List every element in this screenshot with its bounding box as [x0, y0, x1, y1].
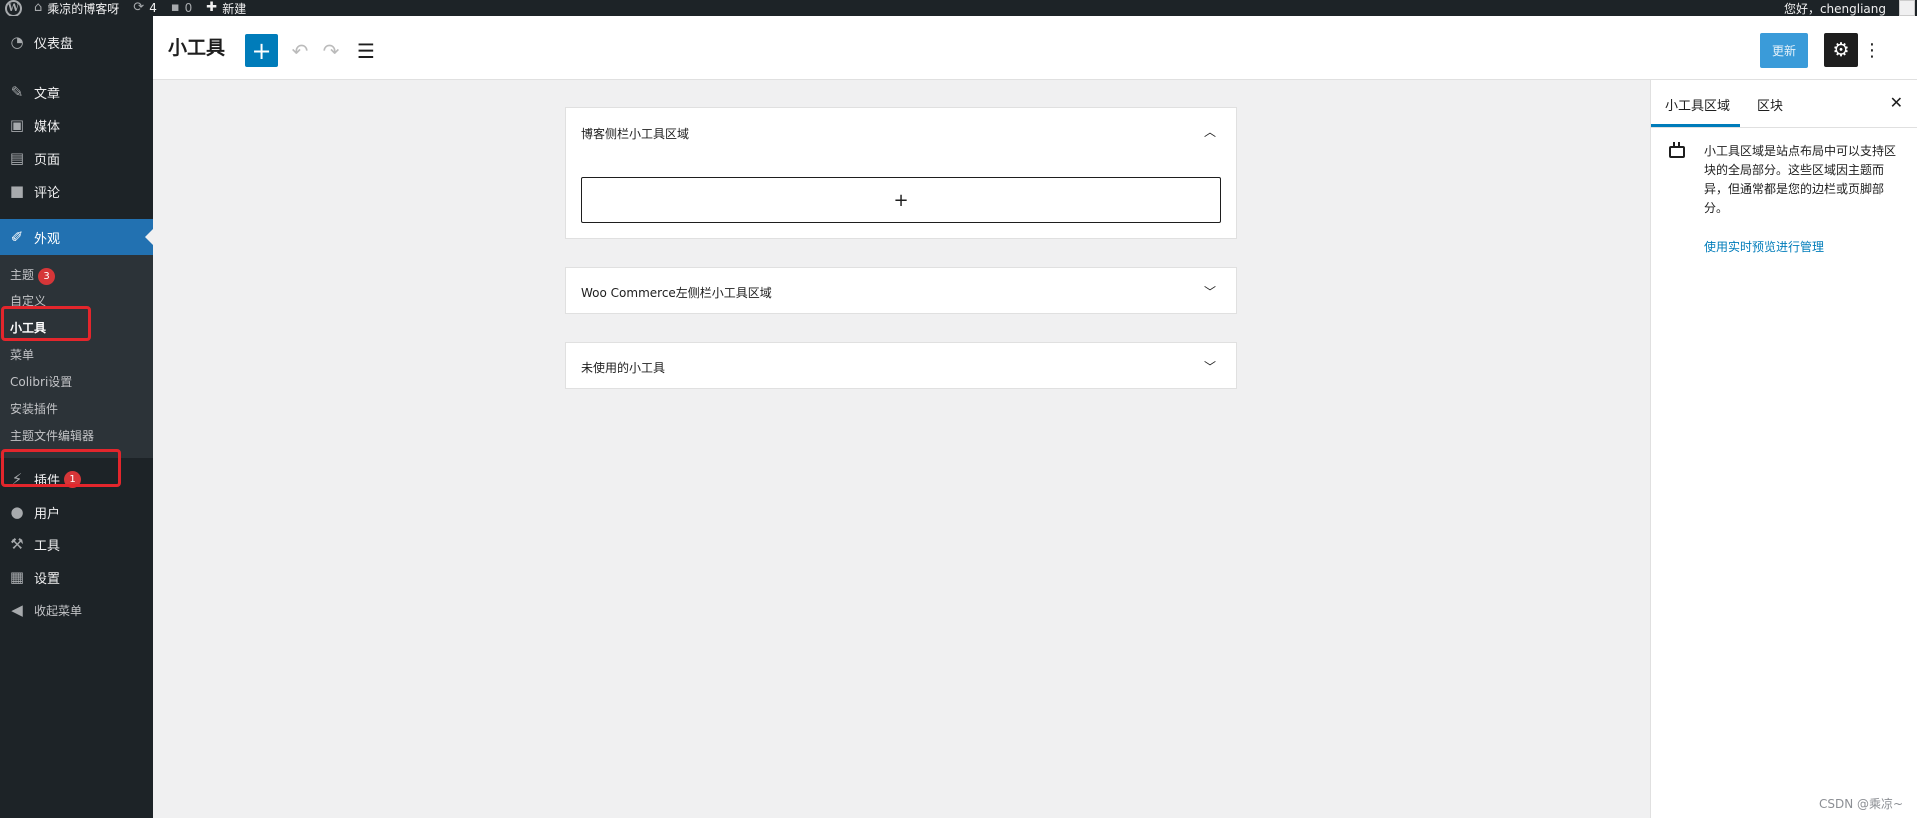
add-block-button[interactable]: + — [581, 177, 1221, 223]
widget-areas-description: 小工具区域是站点布局中可以支持区块的全局部分。这些区域因主题而异，但通常都是您的… — [1704, 144, 1897, 215]
avatar[interactable] — [1899, 0, 1915, 16]
site-name-link[interactable]: ⌂ 乘凉的博客呀 — [27, 0, 126, 16]
comments-link[interactable]: ▪ 0 — [164, 0, 199, 16]
block-inserter-button[interactable]: + — [245, 34, 278, 67]
submenu-label: 主题 — [10, 268, 35, 282]
widget-area-woocommerce: Woo Commerce左侧栏小工具区域 ﹀ — [565, 267, 1237, 314]
submenu-item-menus[interactable]: 菜单 — [10, 346, 34, 363]
watermark: CSDN @乘凉~ — [1819, 797, 1904, 811]
collapse-icon: ◀ — [11, 601, 23, 619]
submenu-item-themes[interactable]: 主题 3 — [10, 266, 56, 285]
menu-label: 文章 — [34, 86, 61, 102]
new-label: 新建 — [222, 1, 247, 16]
more-vertical-icon: ⋮ — [1863, 39, 1881, 61]
settings-sidebar: 小工具区域 区块 ✕ 小工具区域是站点布局中可以支持区块的全局部分。这些区域因主… — [1650, 80, 1917, 818]
menu-label: 设置 — [34, 571, 61, 587]
page-icon: ▤ — [9, 149, 25, 167]
menu-item-appearance[interactable]: ✐ 外观 — [0, 219, 153, 255]
menu-label: 仪表盘 — [34, 36, 74, 52]
menu-label: 媒体 — [34, 119, 61, 135]
widget-area-title[interactable]: 博客侧栏小工具区域 — [581, 125, 689, 142]
site-name: 乘凉的博客呀 — [47, 1, 120, 16]
chevron-down-icon[interactable]: ﹀ — [1204, 358, 1216, 375]
settings-icon: ▦ — [9, 568, 25, 586]
pin-icon: ✎ — [10, 83, 24, 101]
live-preview-link[interactable]: 使用实时预览进行管理 — [1704, 238, 1824, 255]
updates-link[interactable]: ⟳ 4 — [126, 0, 164, 16]
menu-item-users[interactable]: ● 用户 — [0, 495, 153, 529]
menu-item-pages[interactable]: ▤ 页面 — [0, 141, 153, 175]
home-icon: ⌂ — [34, 0, 43, 15]
themes-update-badge: 3 — [38, 268, 56, 285]
submenu-item-colibri[interactable]: Colibri设置 — [10, 373, 72, 390]
redo-icon: ↷ — [322, 38, 340, 63]
undo-button[interactable]: ↶ — [285, 34, 315, 67]
comment-icon: ▪ — [170, 0, 180, 15]
comments-count: 0 — [184, 1, 193, 15]
menu-item-settings[interactable]: ▦ 设置 — [0, 560, 153, 594]
menu-item-dashboard[interactable]: ◔ 仪表盘 — [0, 25, 153, 59]
paintbrush-icon: ✐ — [10, 228, 24, 246]
collapse-label: 收起菜单 — [34, 603, 83, 618]
greeting-link[interactable]: 您好，chengliang — [1777, 0, 1893, 16]
plus-icon: + — [251, 36, 272, 65]
chevron-down-icon[interactable]: ﹀ — [1204, 283, 1216, 300]
widget-area-inactive: 未使用的小工具 ﹀ — [565, 342, 1237, 389]
admin-menu: ◔ 仪表盘 ✎ 文章 ▣ 媒体 ▤ 页面 ■ 评论 ✐ 外观 主题 3 自定义 小… — [0, 16, 153, 818]
annotation-box-widgets — [1, 306, 91, 341]
list-view-button[interactable]: ☰ — [351, 34, 381, 67]
options-menu-button[interactable]: ⋮ — [1862, 33, 1882, 67]
page-title: 小工具 — [168, 37, 226, 59]
editor-header: 小工具 + ↶ ↷ ☰ 更新 ⚙ ⋮ — [153, 16, 1917, 80]
appearance-submenu: 主题 3 自定义 小工具 菜单 Colibri设置 安装插件 主题文件编辑器 — [0, 255, 153, 458]
wrench-icon: ⚒ — [10, 535, 24, 553]
admin-bar: W ⌂ 乘凉的博客呀 ⟳ 4 ▪ 0 ✚ 新建 您好，chengliang — [0, 0, 1917, 17]
media-icon: ▣ — [9, 116, 25, 134]
menu-item-media[interactable]: ▣ 媒体 — [0, 108, 153, 142]
submenu-item-theme-editor[interactable]: 主题文件编辑器 — [10, 427, 94, 444]
undo-icon: ↶ — [291, 38, 309, 63]
list-view-icon: ☰ — [357, 38, 375, 63]
collapse-menu-button[interactable]: ◀ 收起菜单 — [0, 593, 153, 627]
plus-icon: ✚ — [206, 0, 218, 15]
menu-label: 工具 — [34, 538, 61, 554]
annotation-box-plugins — [1, 449, 121, 487]
widget-area-title[interactable]: 未使用的小工具 — [581, 359, 665, 376]
comment-icon: ■ — [9, 182, 25, 200]
widget-area-icon — [1669, 142, 1685, 158]
updates-count: 4 — [149, 1, 157, 15]
menu-item-posts[interactable]: ✎ 文章 — [0, 75, 153, 109]
menu-item-comments[interactable]: ■ 评论 — [0, 174, 153, 208]
close-icon[interactable]: ✕ — [1890, 93, 1903, 112]
updates-icon: ⟳ — [133, 0, 145, 15]
submenu-item-install-plugins[interactable]: 安装插件 — [10, 400, 58, 417]
redo-button[interactable]: ↷ — [316, 34, 346, 67]
chevron-up-icon[interactable]: ︿ — [1204, 123, 1216, 140]
gear-icon: ⚙ — [1832, 39, 1850, 61]
settings-button[interactable]: ⚙ — [1824, 33, 1858, 67]
widget-area-blog-sidebar: 博客侧栏小工具区域 ︿ + — [565, 107, 1237, 239]
menu-label: 外观 — [34, 231, 61, 247]
tab-widget-areas[interactable]: 小工具区域 — [1665, 95, 1730, 114]
new-content-link[interactable]: ✚ 新建 — [199, 0, 253, 16]
menu-label: 用户 — [34, 506, 61, 522]
dashboard-icon: ◔ — [10, 33, 24, 51]
tab-block[interactable]: 区块 — [1757, 95, 1783, 114]
menu-item-tools[interactable]: ⚒ 工具 — [0, 527, 153, 561]
wordpress-logo-icon[interactable]: W — [5, 0, 22, 17]
menu-label: 评论 — [34, 185, 61, 201]
user-icon: ● — [10, 503, 24, 521]
plus-icon: + — [893, 189, 909, 211]
menu-label: 页面 — [34, 152, 61, 168]
divider — [1651, 127, 1917, 128]
update-button[interactable]: 更新 — [1760, 33, 1808, 68]
widget-area-title[interactable]: Woo Commerce左侧栏小工具区域 — [581, 284, 772, 301]
